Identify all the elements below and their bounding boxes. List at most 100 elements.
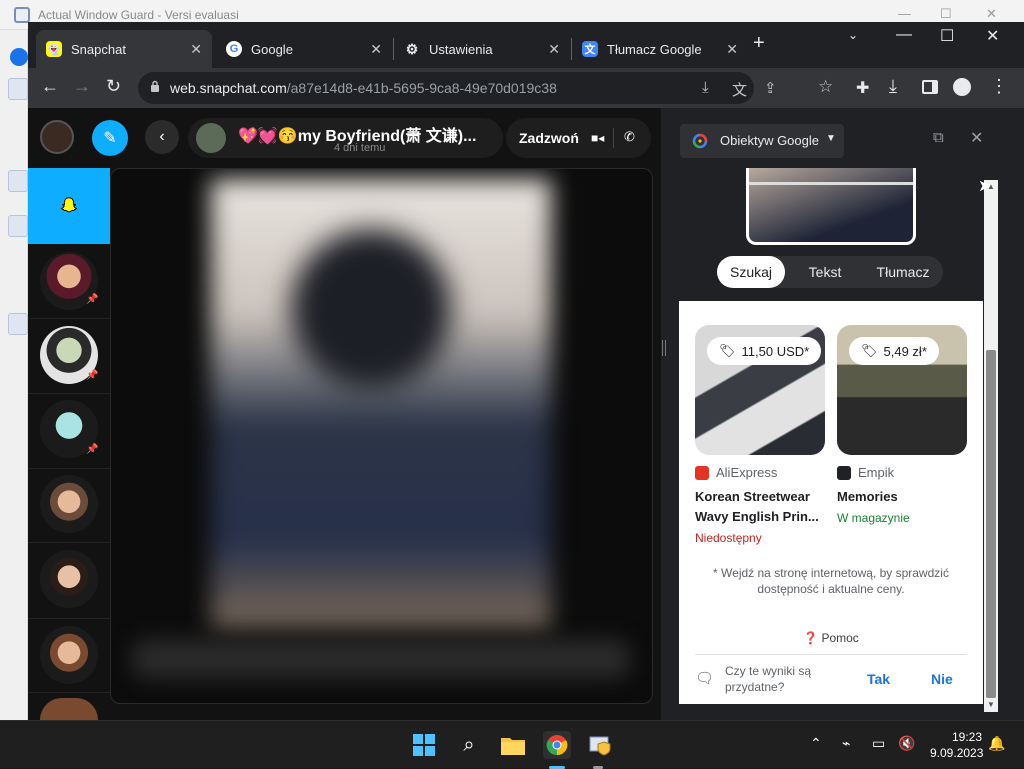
- side-panel-selector[interactable]: Obiektyw Google ▼: [680, 124, 844, 158]
- maximize-icon[interactable]: ☐: [940, 26, 954, 46]
- merchant[interactable]: Empik: [837, 465, 894, 480]
- chrome-window: 👻 Snapchat ✕ G Google ✕ ⚙ Ustawienia ✕ 文…: [28, 22, 1024, 720]
- bg-app-icon: [8, 313, 28, 335]
- divider: [695, 654, 967, 655]
- side-panel-resize-handle[interactable]: [662, 340, 666, 356]
- close-window-icon[interactable]: ✕: [986, 26, 999, 46]
- file-explorer-icon[interactable]: [499, 731, 527, 759]
- tab-google[interactable]: G Google ✕: [216, 30, 392, 68]
- video-camera-icon[interactable]: ■◂: [591, 131, 604, 145]
- help-link[interactable]: ❓ Pomoc: [679, 631, 983, 645]
- close-icon[interactable]: ✕: [370, 41, 382, 58]
- snapchat-ghost-icon: [60, 197, 78, 213]
- bg-back-icon[interactable]: [10, 48, 28, 66]
- open-in-new-tab-icon[interactable]: ⧉: [933, 129, 944, 146]
- tab-text[interactable]: Tekst: [791, 256, 859, 288]
- minimize-icon[interactable]: —: [896, 26, 912, 44]
- chat-title-pill[interactable]: 💖💓😚my Boyfriend(萧 文谦)... 4 dni temu: [188, 118, 503, 158]
- feedback-question: Czy te wyniki są przydatne?: [725, 664, 812, 694]
- phone-icon[interactable]: ✆: [624, 129, 635, 145]
- lens-crop-selection[interactable]: [746, 168, 916, 245]
- close-icon[interactable]: ✕: [548, 41, 560, 58]
- scroll-down-icon[interactable]: ▼: [987, 700, 995, 709]
- pin-icon: 📌: [86, 444, 99, 455]
- mouse-cursor-icon: ➤: [978, 178, 992, 195]
- back-arrow-icon[interactable]: ←: [41, 76, 59, 97]
- windows-taskbar: ⌕ ⌃ ⌁ ▭ 🔇 19:23 9.09.2023 🔔: [0, 720, 1024, 769]
- search-icon[interactable]: ⌕: [455, 731, 483, 759]
- display-icon[interactable]: ▭: [872, 735, 885, 752]
- side-panel-scrollbar[interactable]: ▲ ▼: [984, 180, 998, 712]
- chrome-taskbar-icon[interactable]: [543, 731, 571, 759]
- friend-avatar-6[interactable]: [40, 626, 98, 684]
- windows-start-icon[interactable]: [410, 731, 438, 759]
- snap-media-viewer[interactable]: [110, 168, 653, 704]
- friend-avatar-5[interactable]: [40, 550, 98, 608]
- new-chat-button[interactable]: ✎: [92, 120, 128, 156]
- downloads-icon[interactable]: ⤓: [889, 76, 897, 97]
- scrollbar-thumb[interactable]: [986, 350, 996, 698]
- tab-search-chevron-icon[interactable]: ⌄: [848, 28, 858, 42]
- snapchat-icon: 👻: [46, 41, 62, 57]
- call-button[interactable]: Zadzwoń: [519, 130, 579, 146]
- extensions-icon[interactable]: ✚: [856, 78, 869, 98]
- tab-translate[interactable]: Tłumacz: [863, 256, 943, 288]
- close-icon[interactable]: ✕: [190, 41, 202, 58]
- merchant[interactable]: AliExpress: [695, 465, 777, 480]
- share-icon[interactable]: ⇪: [764, 79, 777, 97]
- install-app-icon[interactable]: ⤓: [702, 79, 709, 96]
- tab-label: Google: [251, 41, 293, 57]
- back-chevron-button[interactable]: ‹: [145, 120, 179, 154]
- my-bitmoji-avatar[interactable]: [40, 120, 74, 154]
- forward-arrow-icon[interactable]: →: [73, 76, 91, 97]
- friend-avatar-7[interactable]: [40, 698, 98, 720]
- volume-muted-icon[interactable]: 🔇: [898, 735, 915, 752]
- profile-icon[interactable]: [953, 78, 971, 96]
- network-icon[interactable]: ⌁: [842, 735, 850, 752]
- google-lens-icon: [692, 133, 708, 149]
- close-icon[interactable]: ✕: [726, 41, 738, 58]
- feedback-no-button[interactable]: Nie: [931, 671, 953, 687]
- bg-close-icon[interactable]: ✕: [986, 6, 997, 22]
- url-domain: web.snapchat.com: [170, 80, 287, 96]
- snapchat-home-tab[interactable]: [28, 168, 110, 244]
- chat-last-seen: 4 dni temu: [334, 142, 386, 154]
- blurred-snap-subject: [291, 229, 451, 389]
- product-title[interactable]: Korean Streetwear Wavy English Prin...: [695, 487, 821, 527]
- divider: [28, 393, 110, 394]
- menu-kebab-icon[interactable]: ⋮: [990, 76, 1008, 97]
- tray-chevron-up-icon[interactable]: ⌃: [810, 735, 822, 752]
- close-side-panel-icon[interactable]: ✕: [970, 128, 983, 148]
- tab-settings[interactable]: ⚙ Ustawienia ✕: [394, 30, 570, 68]
- side-panel-title: Obiektyw Google: [720, 133, 819, 148]
- clock-date[interactable]: 9.09.2023: [930, 746, 983, 760]
- notification-bell-icon[interactable]: 🔔: [988, 735, 1005, 752]
- dropdown-caret-icon: ▼: [826, 133, 836, 144]
- side-panel-icon[interactable]: [922, 80, 938, 94]
- price-label: 11,50 USD*: [741, 343, 810, 359]
- product-title[interactable]: Memories: [837, 487, 963, 507]
- feedback-icon: 🗨: [695, 670, 715, 687]
- tab-search[interactable]: Szukaj: [717, 256, 785, 288]
- background-app-title: Actual Window Guard - Versi evaluasi: [38, 8, 239, 22]
- tab-snapchat[interactable]: 👻 Snapchat ✕: [36, 30, 212, 68]
- feedback-yes-button[interactable]: Tak: [867, 671, 890, 687]
- window-guard-taskbar-icon[interactable]: [587, 731, 615, 759]
- new-tab-button[interactable]: +: [753, 32, 765, 55]
- snapchat-web: ✎ ‹ 💖💓😚my Boyfriend(萧 文谦)... 4 dni temu …: [28, 108, 661, 720]
- translate-page-icon[interactable]: 文: [732, 79, 747, 100]
- url-path: /a87e14d8-e41b-5695-9ca8-49e70d019c38: [286, 80, 557, 96]
- bg-maximize-icon[interactable]: ☐: [940, 6, 952, 22]
- bg-folder-icon[interactable]: [8, 78, 28, 100]
- bg-minimize-icon[interactable]: —: [898, 6, 911, 21]
- url-text: web.snapchat.com/a87e14d8-e41b-5695-9ca8…: [170, 80, 557, 96]
- friend-avatar-4[interactable]: [40, 475, 98, 533]
- address-bar[interactable]: web.snapchat.com/a87e14d8-e41b-5695-9ca8…: [138, 72, 833, 104]
- merchant-name: AliExpress: [716, 465, 778, 480]
- clock-time[interactable]: 19:23: [952, 730, 982, 744]
- tab-strip: 👻 Snapchat ✕ G Google ✕ ⚙ Ustawienia ✕ 文…: [28, 22, 1024, 68]
- tag-icon: 🏷: [719, 343, 736, 358]
- reload-icon[interactable]: ↻: [106, 76, 121, 97]
- tab-translate[interactable]: 文 Tłumacz Google ✕: [572, 30, 748, 68]
- bookmark-star-icon[interactable]: ☆: [818, 77, 833, 97]
